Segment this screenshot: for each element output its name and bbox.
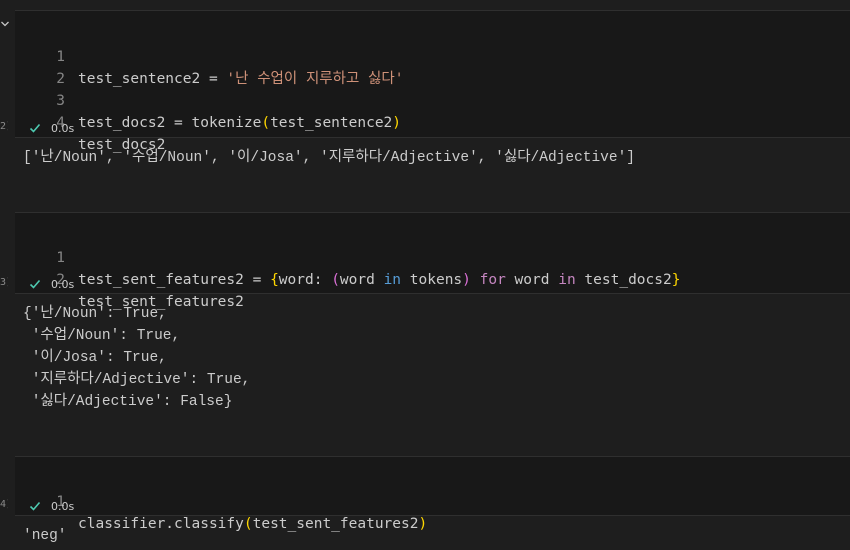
chevron-down-icon[interactable] bbox=[0, 14, 10, 27]
code-text: test_sent_features2 = {word: (word in to… bbox=[78, 272, 681, 288]
notebook-editor: 2] 1 test_sentence2 = '난 수업이 지루하고 싫다' 2 … bbox=[0, 0, 850, 550]
cell-status: 0.0s bbox=[29, 497, 74, 515]
execution-time: 0.0s bbox=[51, 499, 75, 513]
execution-time: 0.0s bbox=[51, 277, 75, 291]
check-icon bbox=[29, 279, 41, 289]
code-line: 1 test_sentence2 = '난 수업이 지루하고 싫다' bbox=[15, 24, 403, 87]
cell-output: ['난/Noun', '수업/Noun', '이/Josa', '지루하다/Ad… bbox=[23, 150, 635, 166]
execution-count: 3] bbox=[0, 277, 8, 288]
code-text: classifier.classify(test_sent_features2) bbox=[78, 516, 428, 532]
code-cell[interactable]: 1 test_sentence2 = '난 수업이 지루하고 싫다' 2 3 t… bbox=[15, 10, 850, 153]
cell-output: {'난/Noun': True, '수업/Noun': True, '이/Jos… bbox=[23, 306, 251, 410]
code-cell[interactable]: 1 test_sent_features2 = {word: (word in … bbox=[15, 212, 850, 310]
check-icon bbox=[29, 123, 41, 133]
code-line: 1 test_sent_features2 = {word: (word in … bbox=[15, 225, 680, 288]
code-text: test_docs2 = tokenize(test_sentence2) bbox=[78, 115, 402, 131]
cell-output: 'neg' bbox=[23, 528, 67, 544]
code-text: test_sentence2 = '난 수업이 지루하고 싫다' bbox=[78, 71, 404, 87]
execution-time: 0.0s bbox=[51, 121, 75, 135]
execution-count: 2] bbox=[0, 121, 8, 132]
code-line: 2 bbox=[15, 46, 67, 87]
code-line: 1 classifier.classify(test_sent_features… bbox=[15, 469, 427, 532]
code-line: 2 test_sent_features2 bbox=[15, 247, 244, 310]
execution-count: 4] bbox=[0, 499, 8, 510]
code-line: 3 test_docs2 = tokenize(test_sentence2) bbox=[15, 68, 401, 131]
cell-status: 0.0s bbox=[29, 119, 74, 137]
code-line: 4 test_docs2 bbox=[15, 90, 165, 153]
code-cell[interactable]: 1 classifier.classify(test_sent_features… bbox=[15, 456, 850, 532]
cell-status: 0.0s bbox=[29, 275, 74, 293]
check-icon bbox=[29, 501, 41, 511]
